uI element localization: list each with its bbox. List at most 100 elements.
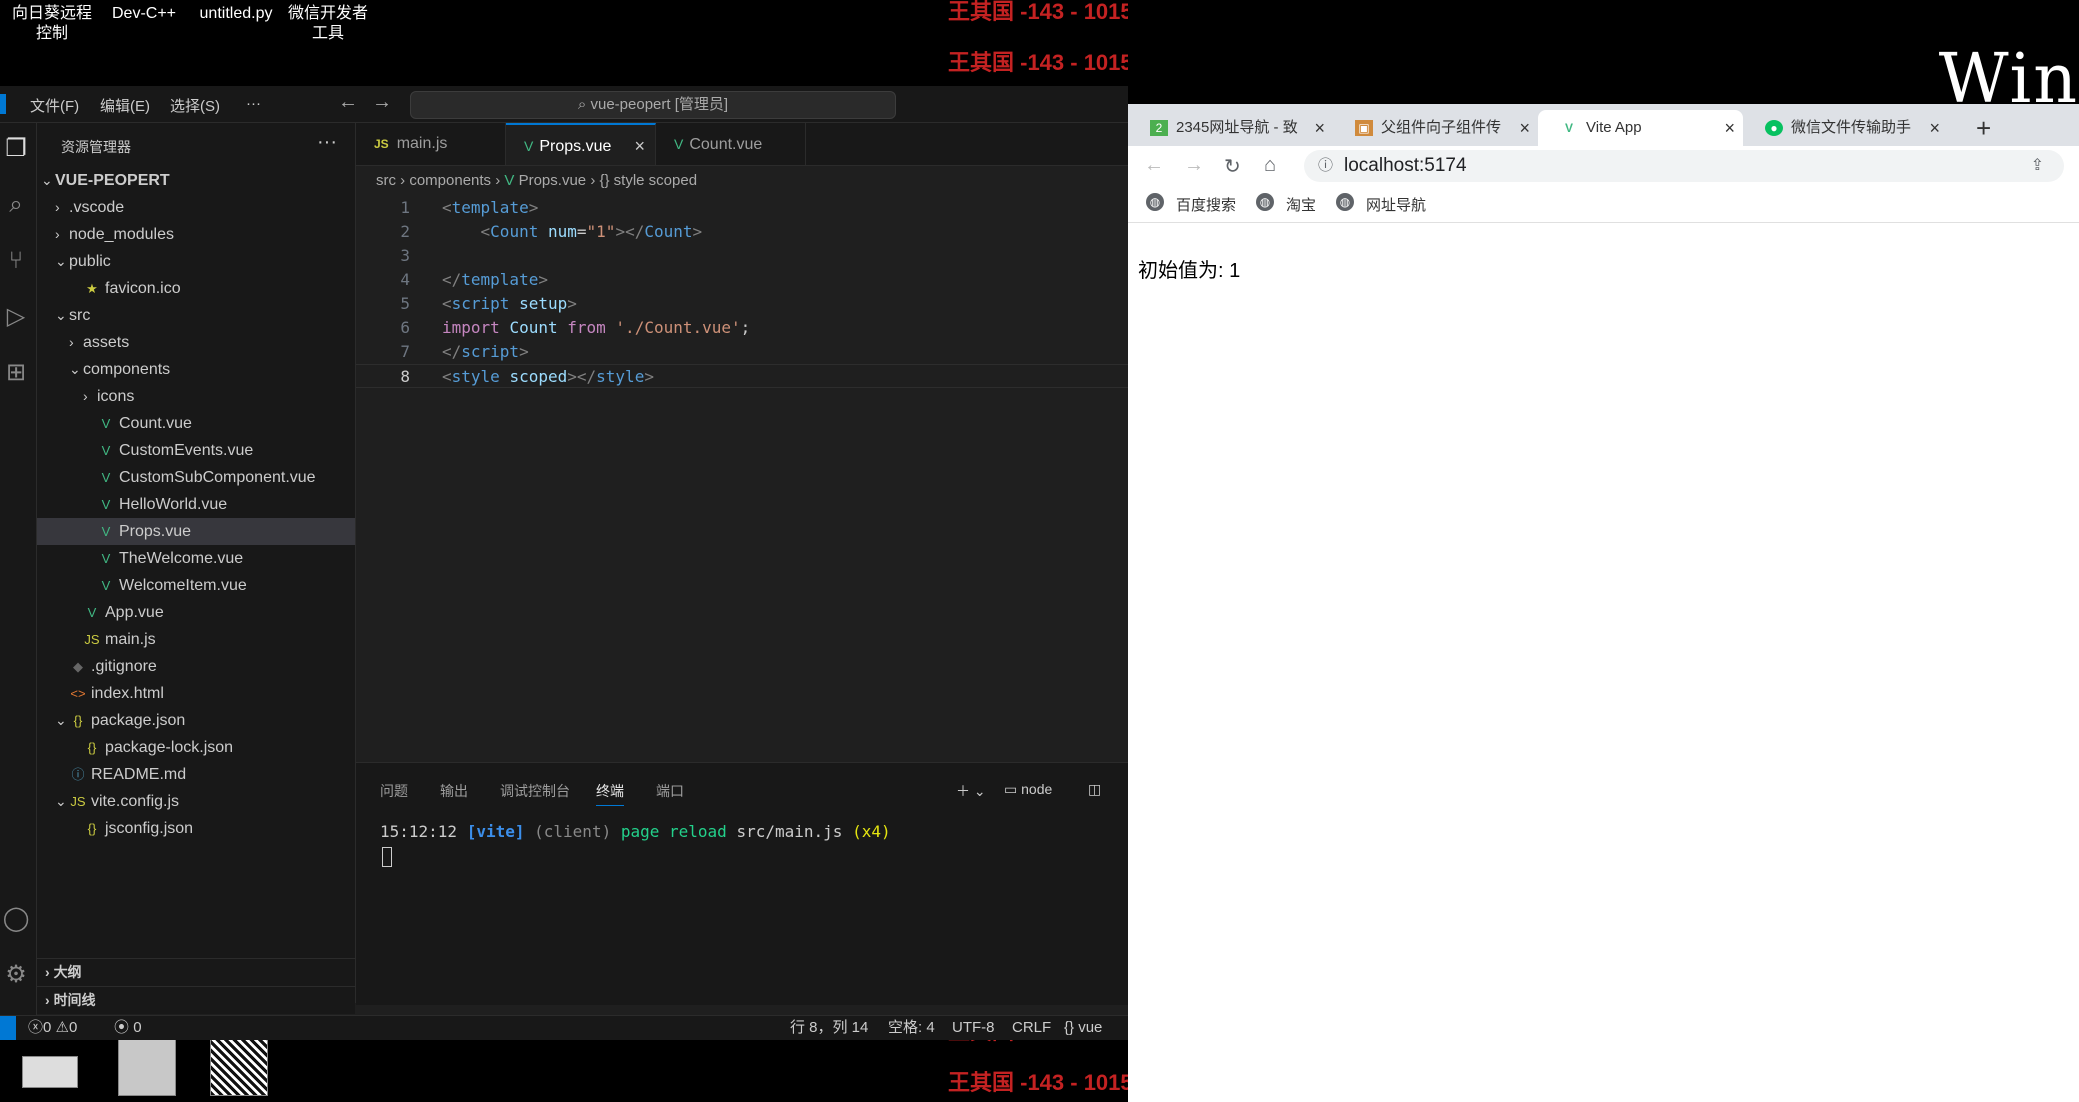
eol-status[interactable]: CRLF (1012, 1016, 1051, 1040)
close-icon[interactable]: × (1314, 110, 1325, 146)
tree-item[interactable]: V TheWelcome.vue (37, 545, 355, 572)
gear-icon[interactable]: ⚙ (2, 961, 30, 989)
explorer-more-button[interactable]: ··· (317, 131, 337, 154)
tree-item[interactable]: ⌄ {} package.json (37, 707, 355, 734)
settings-shortcut-icon[interactable] (118, 1038, 176, 1096)
cursor-position[interactable]: 行 8，列 14 (790, 1016, 868, 1040)
panel-tab-output[interactable]: 输出 (440, 781, 468, 801)
ports-status[interactable]: ⦿ 0 (114, 1016, 142, 1040)
tree-item[interactable]: {} jsconfig.json (37, 815, 355, 842)
source-control-icon[interactable]: ⑂ (2, 247, 30, 275)
home-icon[interactable]: ⌂ (1264, 154, 1276, 177)
file-type-icon: {} (87, 740, 97, 755)
document-thumbnail-icon[interactable] (22, 1056, 78, 1088)
tree-item[interactable]: V HelloWorld.vue (37, 491, 355, 518)
tree-item[interactable]: › icons (37, 383, 355, 410)
panel-tab-ports[interactable]: 端口 (656, 781, 684, 801)
close-icon[interactable]: × (1724, 110, 1735, 146)
tree-item[interactable]: <> index.html (37, 680, 355, 707)
back-arrow-icon[interactable]: ← (1144, 154, 1164, 177)
panel-tab-problems[interactable]: 问题 (380, 781, 408, 801)
breadcrumb-file[interactable]: Props.vue (519, 172, 587, 189)
explorer-root[interactable]: ⌄ VUE-PEOPERT (37, 167, 355, 194)
remote-indicator[interactable] (0, 1016, 16, 1040)
browser-tab-vite-app[interactable]: V Vite App × (1538, 110, 1743, 146)
vue-favicon-icon: V (1564, 121, 1573, 135)
forward-arrow-icon[interactable]: → (372, 91, 392, 114)
tree-item[interactable]: › assets (37, 329, 355, 356)
bookmark-taobao[interactable]: ◍ 淘宝 (1256, 193, 1316, 215)
timeline-section[interactable]: › 时间线 (37, 986, 355, 1014)
tree-item[interactable]: V CustomEvents.vue (37, 437, 355, 464)
tree-item[interactable]: JS main.js (37, 626, 355, 653)
breadcrumb-src[interactable]: src (376, 172, 396, 189)
terminal-shell-label[interactable]: ▭ node (1004, 781, 1052, 798)
code-editor[interactable]: 1 <template> 2 <Count num="1"></Count> 3 … (356, 196, 1128, 476)
tree-item[interactable]: V App.vue (37, 599, 355, 626)
desktop-icon-devcpp[interactable]: Dev-C++ (94, 4, 194, 24)
close-icon[interactable]: × (1519, 110, 1530, 146)
breadcrumb-symbol[interactable]: {} style scoped (599, 172, 697, 189)
bookmark-nav[interactable]: ◍ 网址导航 (1336, 193, 1426, 215)
extensions-icon[interactable]: ⊞ (2, 359, 30, 387)
tree-item[interactable]: ◆ .gitignore (37, 653, 355, 680)
new-terminal-icon[interactable]: ＋ ⌄ (956, 781, 986, 801)
menu-more[interactable]: ··· (246, 95, 261, 112)
outline-section[interactable]: › 大纲 (37, 958, 355, 986)
browser-tab-wechat[interactable]: ● 微信文件传输助手 × (1743, 110, 1948, 146)
menu-edit[interactable]: 编辑(E) (100, 95, 150, 116)
forward-arrow-icon[interactable]: → (1184, 154, 1204, 177)
panel-tab-terminal[interactable]: 终端 (596, 781, 624, 806)
tree-item[interactable]: ⌄ public (37, 248, 355, 275)
tree-item[interactable]: V Count.vue (37, 410, 355, 437)
share-icon[interactable]: ⇪ (2031, 150, 2044, 182)
account-icon[interactable]: ◯ (2, 905, 30, 933)
desktop-icon-untitled-py[interactable]: untitled.py (186, 4, 286, 24)
panel-tab-debug-console[interactable]: 调试控制台 (500, 781, 570, 801)
tab-count-vue[interactable]: V Count.vue (656, 123, 806, 165)
run-debug-icon[interactable]: ▷ (2, 303, 30, 331)
tree-item[interactable]: ★ favicon.ico (37, 275, 355, 302)
close-icon[interactable]: × (634, 125, 645, 167)
code-line: 2 <Count num="1"></Count> (356, 220, 1128, 244)
indentation-status[interactable]: 空格: 4 (888, 1016, 935, 1040)
qr-code-icon[interactable] (210, 1038, 268, 1096)
bookmark-label: 百度搜索 (1176, 197, 1237, 214)
browser-tab-parent-child[interactable]: ▣ 父组件向子组件传 × (1333, 110, 1538, 146)
tree-item[interactable]: V CustomSubComponent.vue (37, 464, 355, 491)
language-status[interactable]: {} vue (1064, 1016, 1102, 1040)
menu-file[interactable]: 文件(F) (30, 95, 79, 116)
code-token: Count (490, 222, 539, 241)
reload-icon[interactable]: ↻ (1224, 154, 1241, 179)
command-center-search[interactable]: ⌕ vue-peopert [管理员] (410, 91, 896, 119)
tree-item[interactable]: {} package-lock.json (37, 734, 355, 761)
tree-item[interactable]: V WelcomeItem.vue (37, 572, 355, 599)
desktop-icon-sunlogin[interactable]: 向日葵远程 控制 (2, 4, 102, 44)
tab-props-vue[interactable]: V Props.vue × (506, 123, 656, 165)
tree-item[interactable]: › node_modules (37, 221, 355, 248)
tab-main-js[interactable]: JS main.js (356, 123, 506, 165)
tree-item[interactable]: ⌄ src (37, 302, 355, 329)
info-icon[interactable]: ⓘ (1318, 150, 1333, 182)
encoding-status[interactable]: UTF-8 (952, 1016, 995, 1040)
close-icon[interactable]: × (1929, 110, 1940, 146)
browser-tab-2345[interactable]: 2 2345网址导航 - 致 × (1128, 110, 1333, 146)
back-arrow-icon[interactable]: ← (338, 91, 358, 114)
tree-item[interactable]: V Props.vue (37, 518, 355, 545)
tree-item[interactable]: ⌄ JS vite.config.js (37, 788, 355, 815)
split-terminal-icon[interactable]: ◫ (1088, 781, 1101, 798)
new-tab-button[interactable]: + (1976, 110, 1991, 146)
breadcrumb: src › components › V Props.vue › {} styl… (376, 172, 697, 194)
problems-status[interactable]: ⓧ0 ⚠0 (28, 1016, 77, 1040)
address-bar[interactable]: ⓘ localhost:5174 ⇪ (1304, 150, 2064, 182)
tree-item[interactable]: ⌄ components (37, 356, 355, 383)
search-icon[interactable]: ⌕ (2, 191, 30, 219)
tree-item[interactable]: ⓘ README.md (37, 761, 355, 788)
tree-item[interactable]: › .vscode (37, 194, 355, 221)
breadcrumb-components[interactable]: components (409, 172, 491, 189)
menu-selection[interactable]: 选择(S) (170, 95, 220, 116)
code-line: 4 </template> (356, 268, 1128, 292)
explorer-icon[interactable]: ❐ (2, 135, 30, 163)
desktop-icon-wechat-devtools[interactable]: 微信开发者 工具 (278, 4, 378, 44)
bookmark-baidu[interactable]: ◍ 百度搜索 (1146, 193, 1237, 215)
